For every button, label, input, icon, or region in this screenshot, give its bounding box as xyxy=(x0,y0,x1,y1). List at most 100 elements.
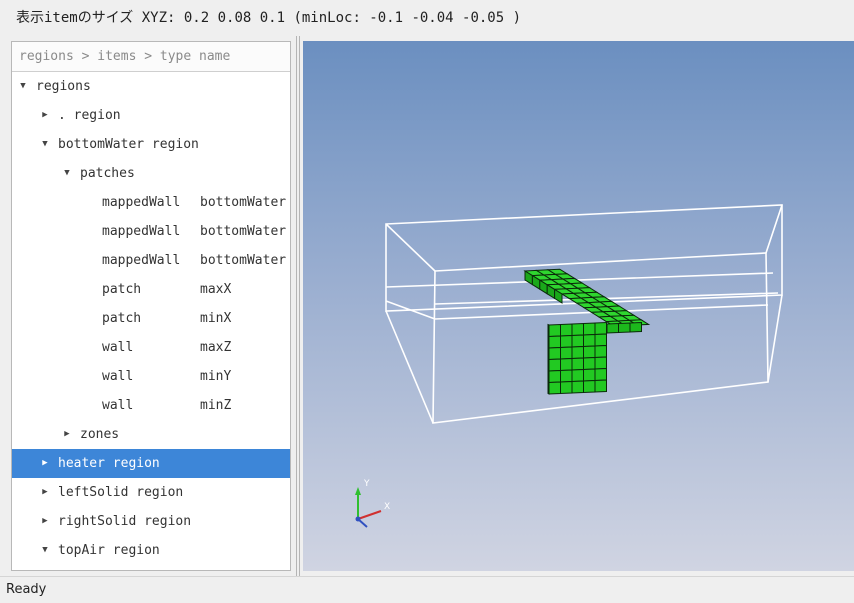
tree-row-label: patches xyxy=(80,166,135,181)
tree-row-label: rightSolid region xyxy=(58,514,192,529)
tree-row[interactable]: ▶ zones xyxy=(12,420,290,449)
mesh-cell xyxy=(571,322,584,337)
tree-row[interactable]: ▼ topAir region xyxy=(12,536,290,565)
mesh-cell xyxy=(547,358,550,372)
mesh-cell xyxy=(571,368,584,383)
tree-row[interactable]: ▶ . region xyxy=(12,101,290,130)
tree-row-label: topAir region xyxy=(58,543,160,558)
mesh-cell xyxy=(547,369,550,384)
tree-row-type: mappedWall xyxy=(102,195,181,210)
heater-mesh xyxy=(523,268,651,395)
mesh-cell xyxy=(594,379,607,393)
tree-row-type: wall xyxy=(102,369,134,384)
mesh-cell xyxy=(560,369,573,383)
tree-row-label: . region xyxy=(58,108,121,123)
mesh-cell xyxy=(571,345,584,360)
mesh-cell xyxy=(571,380,584,394)
expand-right-icon[interactable]: ▶ xyxy=(38,507,52,536)
expand-down-icon[interactable]: ▼ xyxy=(16,72,30,101)
expand-right-icon[interactable]: ▶ xyxy=(38,449,52,478)
tree-row[interactable]: wall minZ xyxy=(12,391,290,420)
mesh-cell xyxy=(594,367,607,382)
tree-row-label: leftSolid region xyxy=(58,485,184,500)
wireframe-edge xyxy=(385,310,434,424)
tree-row[interactable]: ▼ bottomWater region xyxy=(12,130,290,159)
mesh-cell xyxy=(548,358,561,372)
mesh-cell xyxy=(606,322,619,334)
tree-row[interactable]: wall minY xyxy=(12,362,290,391)
mesh-cell xyxy=(583,333,596,348)
mesh-cell xyxy=(594,333,607,347)
mesh-cell xyxy=(547,346,550,361)
tree-row[interactable]: ▶ leftSolid region xyxy=(12,478,290,507)
status-text: Ready xyxy=(6,582,47,597)
orientation-axes: Y X xyxy=(355,479,390,528)
tree-row[interactable]: mappedWall bottomWater xyxy=(12,188,290,217)
tree-rows: ▼ regions ▶ . region ▼ bottomWater region ▼ pat… xyxy=(12,72,290,565)
tree-row[interactable]: mappedWall bottomWater xyxy=(12,246,290,275)
mesh-cell xyxy=(548,335,561,349)
region-tree-panel[interactable]: regions > items > type name ▼ regions ▶ . r… xyxy=(11,41,291,571)
tree-row-name: bottomWater xyxy=(200,224,287,239)
mesh-cell xyxy=(629,321,642,333)
mesh-cell xyxy=(560,334,573,349)
mesh-cell xyxy=(560,346,573,360)
tree-row-type: wall xyxy=(102,340,134,355)
mesh-cell xyxy=(583,356,596,371)
tree-row[interactable]: wall maxZ xyxy=(12,333,290,362)
mesh-cell xyxy=(571,357,584,371)
mesh-cell xyxy=(547,381,550,395)
mesh-cell xyxy=(594,321,607,336)
mesh-cell xyxy=(571,334,584,348)
tree-row[interactable]: ▶ heater region xyxy=(12,449,290,478)
tree-row-name: bottomWater xyxy=(200,253,287,268)
axis-y-label: Y xyxy=(363,479,370,489)
mesh-cell xyxy=(548,381,561,395)
mesh-cell xyxy=(548,369,561,384)
tree-row-type: mappedWall xyxy=(102,253,181,268)
tree-row[interactable]: ▼ regions xyxy=(12,72,290,101)
mesh-cell xyxy=(583,322,596,336)
tree-row-name: maxX xyxy=(200,282,232,297)
tree-row-name: bottomWater xyxy=(200,195,287,210)
mesh-cell xyxy=(618,322,631,334)
info-bar: 表示itemのサイズ XYZ: 0.2 0.08 0.1 (minLoc: -0… xyxy=(0,0,854,36)
mesh-cell xyxy=(594,344,607,359)
tree-row-label: regions xyxy=(36,79,91,94)
tree-header[interactable]: regions > items > type name xyxy=(12,42,290,72)
wireframe-edge xyxy=(765,204,783,254)
expand-right-icon[interactable]: ▶ xyxy=(38,101,52,130)
mesh-cell xyxy=(547,323,550,338)
status-bar: Ready xyxy=(0,576,854,598)
expand-down-icon[interactable]: ▼ xyxy=(38,130,52,159)
info-bar-text: 表示itemのサイズ XYZ: 0.2 0.08 0.1 (minLoc: -0… xyxy=(16,10,522,26)
axis-x-label: X xyxy=(384,502,390,512)
mesh-cell xyxy=(560,357,573,372)
expand-down-icon[interactable]: ▼ xyxy=(38,536,52,565)
mesh-cell xyxy=(560,380,573,395)
tree-row[interactable]: patch minX xyxy=(12,304,290,333)
tree-row-type: wall xyxy=(102,398,134,413)
mesh-cell xyxy=(583,379,596,394)
mesh-cell xyxy=(548,323,561,338)
tree-row-name: minY xyxy=(200,369,232,384)
3d-scene[interactable]: Y X xyxy=(303,41,854,571)
axis-origin xyxy=(355,516,361,522)
expand-down-icon[interactable]: ▼ xyxy=(60,159,74,188)
tree-row-name: minZ xyxy=(200,398,232,413)
wireframe-edge xyxy=(767,294,783,383)
panel-splitter[interactable] xyxy=(295,36,301,576)
tree-row[interactable]: ▼ patches xyxy=(12,159,290,188)
expand-right-icon[interactable]: ▶ xyxy=(38,478,52,507)
tree-row[interactable]: patch maxX xyxy=(12,275,290,304)
wireframe-edge xyxy=(385,223,436,272)
3d-viewport[interactable]: Y X xyxy=(303,41,854,571)
axis-y-arrow xyxy=(355,487,361,495)
expand-right-icon[interactable]: ▶ xyxy=(60,420,74,449)
mesh-cell xyxy=(594,356,607,370)
axis-x-line xyxy=(357,510,382,520)
tree-row-type: mappedWall xyxy=(102,224,181,239)
tree-row[interactable]: ▶ rightSolid region xyxy=(12,507,290,536)
tree-row[interactable]: mappedWall bottomWater xyxy=(12,217,290,246)
tree-row-type: patch xyxy=(102,311,142,326)
